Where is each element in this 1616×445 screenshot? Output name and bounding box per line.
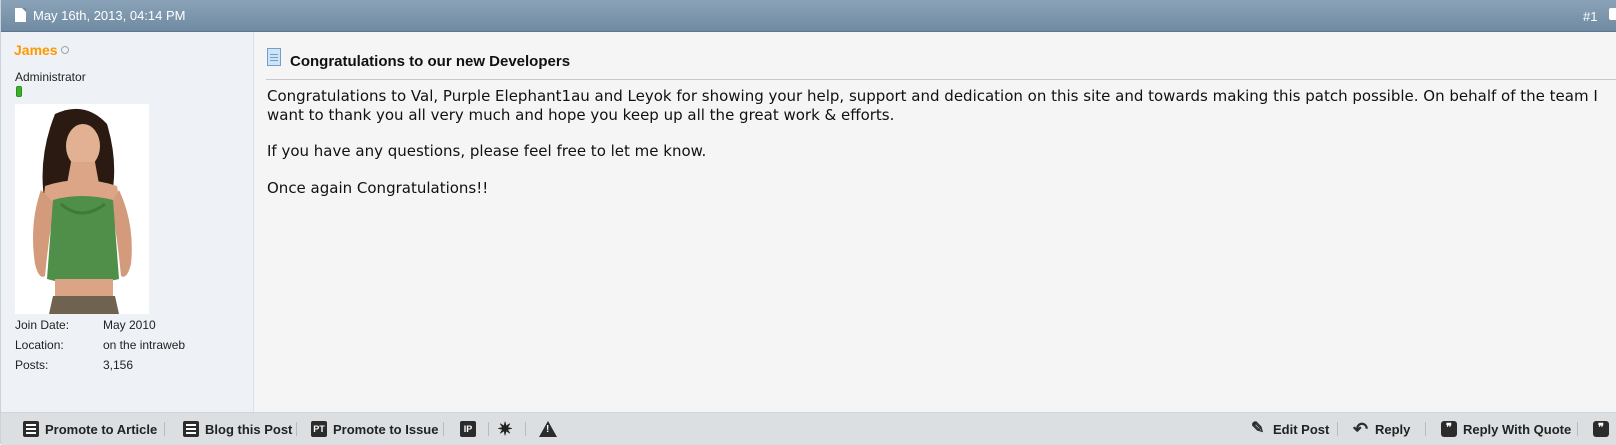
post-message: Congratulations to Val, Purple Elephant1… [267,87,1607,215]
reply-icon: ↶ [1353,419,1369,439]
forum-post: May 16th, 2013, 04:14 PM #1 James Admini… [0,0,1616,445]
divider [1577,422,1578,436]
multi-quote-icon: ❞ [1593,421,1609,437]
edit-post-button[interactable]: ✎ Edit Post [1251,413,1329,445]
post-date: May 16th, 2013, 04:14 PM [33,8,186,23]
blog-this-post-label: Blog this Post [205,421,293,437]
post-icon [267,48,281,66]
offline-status-icon [61,46,69,54]
quote-icon: ❞ [1441,421,1457,437]
pencil-icon: ✎ [1251,420,1265,437]
divider [1337,422,1338,436]
reply-button[interactable]: ↶ Reply [1353,413,1410,445]
reputation-bar-icon[interactable] [16,86,22,97]
post-paragraph: Once again Congratulations!! [267,178,489,197]
posts-value: 3,156 [103,358,134,372]
divider [164,422,165,436]
divider [1425,422,1426,436]
post-paragraph: Congratulations to Val, Purple Elephant1… [267,87,1598,124]
promote-to-issue-button[interactable]: PT Promote to Issue [311,413,438,445]
join-date-label: Join Date: [15,318,70,332]
user-title: Administrator [15,70,86,84]
post-paragraph: If you have any questions, please feel f… [267,142,707,160]
select-post-checkbox[interactable] [1609,8,1616,20]
user-info-panel: James Administrator Join Date: May 2010 … [1,32,254,412]
title-divider [266,79,1616,80]
multi-quote-button[interactable]: ❞ [1593,413,1609,445]
ip-icon: IP [460,421,476,437]
promote-to-article-label: Promote to Article [45,421,158,437]
blog-icon [183,421,199,437]
divider [296,422,297,436]
infraction-button[interactable]: ✷ [497,413,513,445]
promote-to-article-button[interactable]: Promote to Article [23,413,157,445]
divider [443,422,444,436]
post-actions-bar: Promote to Article Blog this Post PT Pro… [1,412,1616,445]
posts-label: Posts: [15,358,49,372]
avatar[interactable] [15,104,149,314]
reply-label: Reply [1375,421,1411,437]
location-label: Location: [15,338,64,352]
edit-post-label: Edit Post [1273,421,1330,437]
issue-icon: PT [311,421,327,437]
view-ip-button[interactable]: IP [460,413,476,445]
divider [488,422,489,436]
document-icon [15,8,26,22]
report-icon [539,421,557,437]
join-date-value: May 2010 [103,318,156,332]
username-link[interactable]: James [14,42,58,58]
reply-with-quote-label: Reply With Quote [1463,421,1572,437]
reply-with-quote-button[interactable]: ❞ Reply With Quote [1441,413,1571,445]
post-content: Congratulations to our new Developers Co… [254,32,1616,412]
blog-this-post-button[interactable]: Blog this Post [183,413,292,445]
post-header: May 16th, 2013, 04:14 PM #1 [1,0,1616,32]
divider [525,422,526,436]
infraction-icon: ✷ [497,419,513,439]
report-post-button[interactable] [539,413,557,445]
promote-to-issue-label: Promote to Issue [333,421,439,437]
post-title: Congratulations to our new Developers [290,53,571,70]
article-icon [23,421,39,437]
location-value: on the intraweb [103,338,186,352]
post-number-link[interactable]: #1 [1583,9,1597,24]
